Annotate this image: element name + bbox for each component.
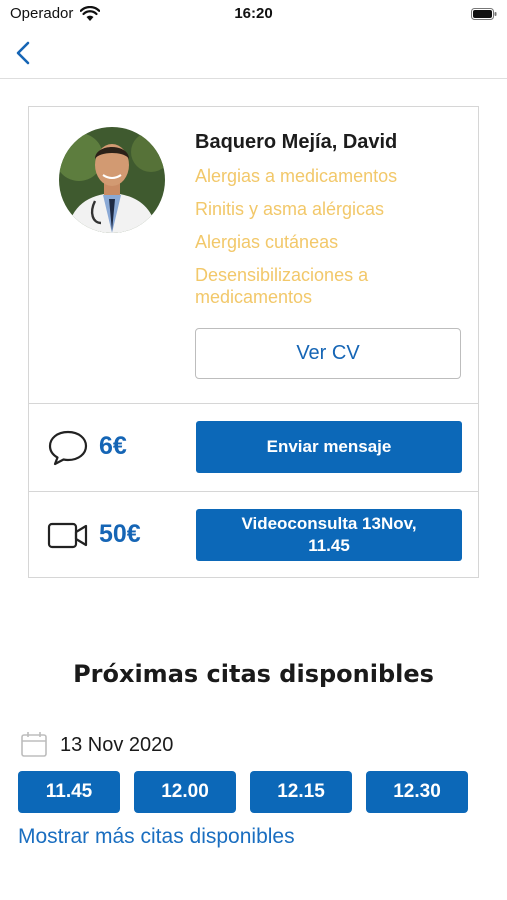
chat-bubble-icon: [48, 430, 88, 466]
doctor-avatar: [59, 127, 165, 233]
video-consult-button[interactable]: Videoconsulta 13Nov, 11.45: [196, 509, 462, 561]
specialty-item: Alergias a medicamentos: [195, 166, 398, 186]
profile-section: Baquero Mejía, David Alergias a medicame…: [29, 107, 478, 404]
chevron-left-icon[interactable]: [12, 38, 36, 68]
specialty-item: Desensibilizaciones a medicamentos: [195, 265, 369, 307]
nav-bar: [0, 30, 507, 79]
status-bar: Operador 16:20: [0, 0, 507, 30]
video-row: 50€ Videoconsulta 13Nov, 11.45: [29, 492, 478, 579]
time-slot-button[interactable]: 11.45: [18, 771, 120, 813]
specialty-item: Alergias cutáneas: [195, 232, 339, 252]
time-slot-button[interactable]: 12.30: [366, 771, 468, 813]
message-row: 6€ Enviar mensaje: [29, 404, 478, 492]
specialty-item: Rinitis y asma alérgicas: [195, 199, 385, 219]
send-message-button[interactable]: Enviar mensaje: [196, 421, 462, 473]
doctor-name: Baquero Mejía, David: [195, 131, 398, 153]
time-slot-button[interactable]: 12.15: [250, 771, 352, 813]
view-cv-button[interactable]: Ver CV: [195, 328, 461, 379]
doctor-card: Baquero Mejía, David Alergias a medicame…: [28, 106, 479, 578]
battery-icon: [471, 8, 497, 20]
time-slot-button[interactable]: 12.00: [134, 771, 236, 813]
specialty-list: Alergias a medicamentos Rinitis y asma a…: [195, 165, 465, 319]
show-more-slots-link[interactable]: Mostrar más citas disponibles: [18, 825, 295, 849]
clock: 16:20: [234, 5, 273, 22]
availability-title: Próximas citas disponibles: [73, 660, 434, 688]
availability-date: 13 Nov 2020: [60, 734, 174, 756]
message-price: 6€: [99, 432, 127, 460]
video-price: 50€: [99, 520, 141, 548]
calendar-icon: [21, 732, 47, 757]
video-camera-icon: [47, 522, 88, 549]
